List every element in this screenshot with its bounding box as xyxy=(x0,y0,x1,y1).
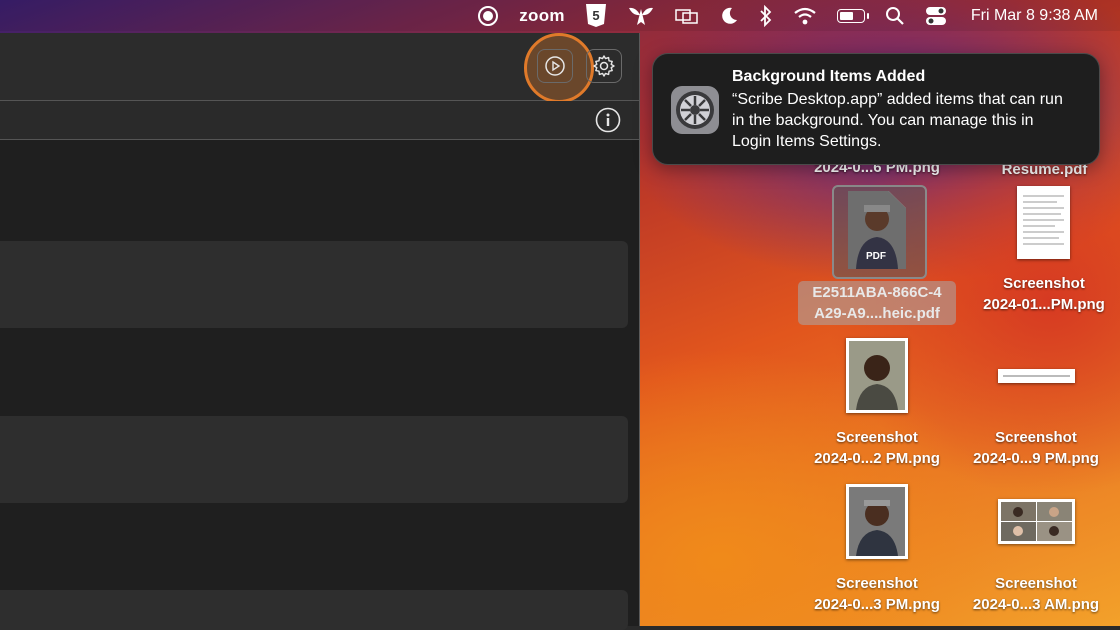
file-thumbnail-resume[interactable] xyxy=(1017,186,1070,259)
menu-bar-clock[interactable]: Fri Mar 8 9:38 AM xyxy=(971,7,1098,25)
file-thumbnail-screenshot-1[interactable] xyxy=(846,338,908,413)
file-thumbnail-screenshot-4[interactable] xyxy=(998,499,1075,544)
control-center-icon[interactable] xyxy=(925,0,947,31)
menu-bar: zoom 5 Fri Mar 8 9:38 AM xyxy=(0,0,1120,31)
info-button[interactable] xyxy=(595,107,621,133)
app-window xyxy=(0,33,640,630)
system-settings-gear-icon xyxy=(670,85,720,135)
display-mirroring-icon[interactable] xyxy=(675,0,699,31)
content-panel-3[interactable] xyxy=(0,590,628,630)
notification-title: Background Items Added xyxy=(732,68,926,85)
bluetooth-icon[interactable] xyxy=(759,0,773,31)
spotlight-search-icon[interactable] xyxy=(885,0,905,31)
play-button[interactable] xyxy=(537,49,573,83)
settings-button[interactable] xyxy=(586,49,622,83)
bee-icon[interactable] xyxy=(627,0,655,31)
info-icon xyxy=(595,107,621,133)
notification-body: “Scribe Desktop.app” added items that ca… xyxy=(732,91,1063,150)
file-thumbnail-screenshot-2[interactable] xyxy=(998,369,1075,383)
battery-icon[interactable] xyxy=(836,0,869,31)
file-label-screenshot-d[interactable]: Screenshot 2024-0...3 PM.png xyxy=(800,573,954,615)
content-panel-2[interactable] xyxy=(0,416,628,503)
file-thumbnail-screenshot-3[interactable] xyxy=(846,484,908,559)
file-label-screenshot-b[interactable]: Screenshot 2024-0...2 PM.png xyxy=(800,427,954,469)
wifi-icon[interactable] xyxy=(793,0,817,31)
gear-icon xyxy=(593,55,615,77)
pdf-badge: PDF xyxy=(866,251,886,262)
file-label-screenshot-a[interactable]: Screenshot 2024-01...PM.png xyxy=(970,273,1118,315)
background-items-notification[interactable]: Background Items Added “Scribe Desktop.a… xyxy=(652,53,1100,165)
content-panel-1[interactable] xyxy=(0,241,628,328)
app-subbar xyxy=(0,101,639,140)
screen-record-icon[interactable] xyxy=(477,0,499,31)
play-icon xyxy=(545,56,565,76)
html5-icon[interactable]: 5 xyxy=(585,0,607,31)
zoom-menu-item[interactable]: zoom xyxy=(519,0,565,31)
file-label-screenshot-e[interactable]: Screenshot 2024-0...3 AM.png xyxy=(960,573,1112,615)
file-label-screenshot-c[interactable]: Screenshot 2024-0...9 PM.png xyxy=(960,427,1112,469)
svg-text:5: 5 xyxy=(592,8,599,23)
moon-icon[interactable] xyxy=(719,0,739,31)
file-label-selected-pdf[interactable]: E2511ABA-866C-4 A29-A9....heic.pdf xyxy=(798,281,956,325)
